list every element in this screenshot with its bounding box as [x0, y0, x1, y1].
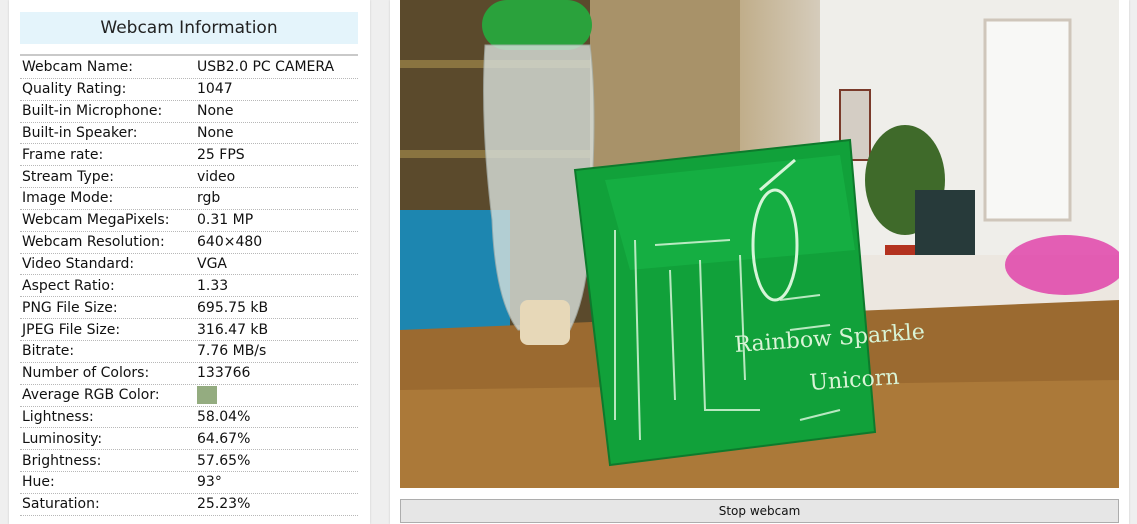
- row-label: Hue:: [22, 474, 55, 491]
- row-value: 7.76 MB/s: [197, 343, 267, 360]
- average-color-swatch: [197, 386, 217, 405]
- row-value: 695.75 kB: [197, 299, 269, 316]
- row-label: Webcam Resolution:: [22, 234, 165, 251]
- row-value: USB2.0 PC CAMERA: [197, 59, 335, 76]
- row-number-of-colors: Number of Colors: 133766: [20, 363, 358, 385]
- row-webcam-name: Webcam Name: USB2.0 PC CAMERA: [20, 57, 358, 79]
- bottle-bottom: [520, 300, 570, 345]
- row-value: 25.23%: [197, 496, 251, 513]
- row-value: rgb: [197, 190, 221, 207]
- stop-webcam-button[interactable]: Stop webcam: [400, 499, 1119, 523]
- info-table: Webcam Name: USB2.0 PC CAMERA Quality Ra…: [20, 57, 358, 516]
- row-hue: Hue: 93°: [20, 472, 358, 494]
- row-label: Lightness:: [22, 408, 94, 425]
- row-value: None: [197, 124, 234, 141]
- row-label: Webcam Name:: [22, 59, 133, 76]
- row-label: Brightness:: [22, 452, 102, 469]
- row-frame-rate: Frame rate: 25 FPS: [20, 144, 358, 167]
- row-builtin-microphone: Built-in Microphone: None: [20, 101, 358, 123]
- row-label: Video Standard:: [22, 256, 135, 273]
- row-label: Stream Type:: [22, 168, 114, 185]
- row-jpeg-size: JPEG File Size: 316.47 kB: [20, 319, 358, 341]
- row-label: Number of Colors:: [22, 365, 150, 382]
- row-label: Webcam MegaPixels:: [22, 212, 170, 229]
- row-value: 0.31 MP: [197, 212, 254, 229]
- row-value: None: [197, 103, 234, 120]
- row-value: 133766: [197, 365, 251, 382]
- row-luminosity: Luminosity: 64.67%: [20, 428, 358, 451]
- row-value: 316.47 kB: [197, 321, 269, 338]
- row-stream-type: Stream Type: video: [20, 166, 358, 189]
- row-video-standard: Video Standard: VGA: [20, 254, 358, 276]
- row-value: 1047: [197, 81, 233, 98]
- row-value: [197, 386, 358, 405]
- webcam-frame-image: Rainbow Sparkle Unicorn: [400, 0, 1119, 488]
- panel-title: Webcam Information: [20, 12, 358, 44]
- row-label: Frame rate:: [22, 146, 104, 163]
- row-label: PNG File Size:: [22, 299, 118, 316]
- row-label: Image Mode:: [22, 190, 114, 207]
- row-label: Quality Rating:: [22, 81, 127, 98]
- row-saturation: Saturation: 25.23%: [20, 494, 358, 516]
- row-aspect-ratio: Aspect Ratio: 1.33: [20, 275, 358, 298]
- row-resolution: Webcam Resolution: 640×480: [20, 232, 358, 254]
- sofa: [915, 190, 975, 265]
- webcam-info-panel: Webcam Information Webcam Name: USB2.0 P…: [9, 0, 370, 524]
- row-brightness: Brightness: 57.65%: [20, 450, 358, 473]
- row-png-size: PNG File Size: 695.75 kB: [20, 297, 358, 320]
- row-builtin-speaker: Built-in Speaker: None: [20, 123, 358, 145]
- webcam-view-panel: Rainbow Sparkle Unicorn Stop webcam: [390, 0, 1129, 524]
- row-label: Aspect Ratio:: [22, 277, 115, 294]
- shelf-area: [590, 0, 740, 170]
- row-image-mode: Image Mode: rgb: [20, 188, 358, 210]
- row-value: 57.65%: [197, 452, 251, 469]
- row-bitrate: Bitrate: 7.76 MB/s: [20, 341, 358, 363]
- row-value: 1.33: [197, 277, 229, 294]
- header-divider: [20, 54, 358, 56]
- row-label: Saturation:: [22, 496, 100, 513]
- row-value: video: [197, 168, 236, 185]
- row-value: 58.04%: [197, 408, 251, 425]
- row-value: 25 FPS: [197, 146, 245, 163]
- row-label: Average RGB Color:: [22, 387, 160, 404]
- row-label: Luminosity:: [22, 430, 103, 447]
- row-megapixels: Webcam MegaPixels: 0.31 MP: [20, 210, 358, 232]
- row-value: 93°: [197, 474, 222, 491]
- row-value: 64.67%: [197, 430, 251, 447]
- row-quality-rating: Quality Rating: 1047: [20, 79, 358, 101]
- window: [983, 18, 1072, 222]
- row-label: Built-in Microphone:: [22, 103, 163, 120]
- row-value: VGA: [197, 256, 228, 273]
- row-average-rgb: Average RGB Color:: [20, 385, 358, 407]
- bottle-cap: [482, 0, 592, 50]
- row-value: 640×480: [197, 234, 263, 251]
- webcam-video-feed: Rainbow Sparkle Unicorn: [400, 0, 1119, 488]
- row-lightness: Lightness: 58.04%: [20, 407, 358, 429]
- row-label: JPEG File Size:: [22, 321, 121, 338]
- row-label: Built-in Speaker:: [22, 124, 138, 141]
- row-label: Bitrate:: [22, 343, 75, 360]
